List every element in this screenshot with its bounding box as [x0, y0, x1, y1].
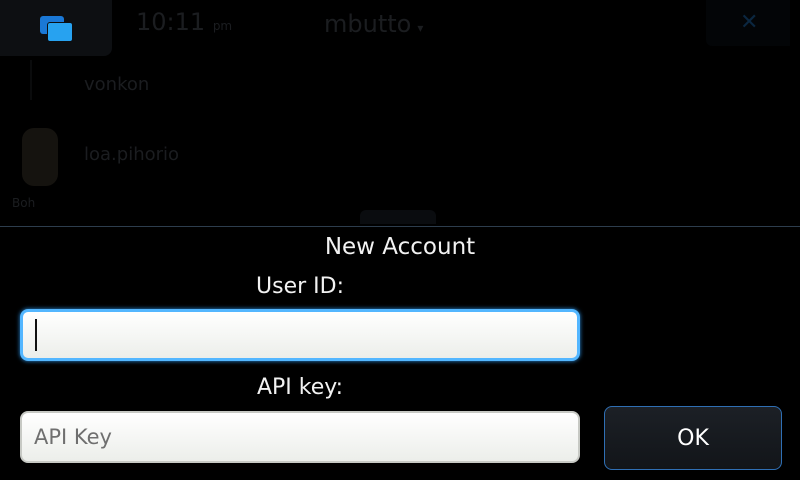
user-id-input[interactable]: [20, 309, 580, 361]
new-account-dialog: New Account User ID: API key: OK: [0, 226, 800, 480]
text-cursor: [35, 319, 37, 351]
status-clock-time: 10:11: [136, 8, 206, 36]
ok-button[interactable]: OK: [604, 406, 782, 470]
app-title-menu[interactable]: mbutto ▾: [324, 10, 423, 38]
list-decoration: [30, 60, 32, 100]
list-item: vonkon: [84, 74, 150, 95]
background-app: 10:11 pm mbutto ▾ ✕ vonkon loa.pihorio Bo…: [0, 0, 800, 226]
api-key-input[interactable]: [20, 411, 580, 463]
background-tab: [360, 210, 436, 224]
task-switcher-button[interactable]: [0, 0, 112, 56]
status-clock-suffix: pm: [212, 19, 233, 33]
close-icon: ✕: [740, 10, 759, 35]
api-key-label: API key:: [256, 375, 344, 400]
list-item: loa.pihorio: [84, 144, 180, 165]
screen: 10:11 pm mbutto ▾ ✕ vonkon loa.pihorio Bo…: [0, 0, 800, 480]
avatar: [22, 128, 58, 186]
dialog-title: New Account: [324, 234, 476, 260]
close-button[interactable]: ✕: [706, 0, 790, 46]
app-title: mbutto: [324, 10, 412, 38]
status-clock: 10:11 pm: [136, 8, 232, 36]
user-id-label: User ID:: [256, 274, 344, 299]
task-switcher-icon-front: [47, 22, 73, 42]
chevron-down-icon: ▾: [417, 21, 424, 35]
avatar-label: Boh: [12, 196, 36, 210]
